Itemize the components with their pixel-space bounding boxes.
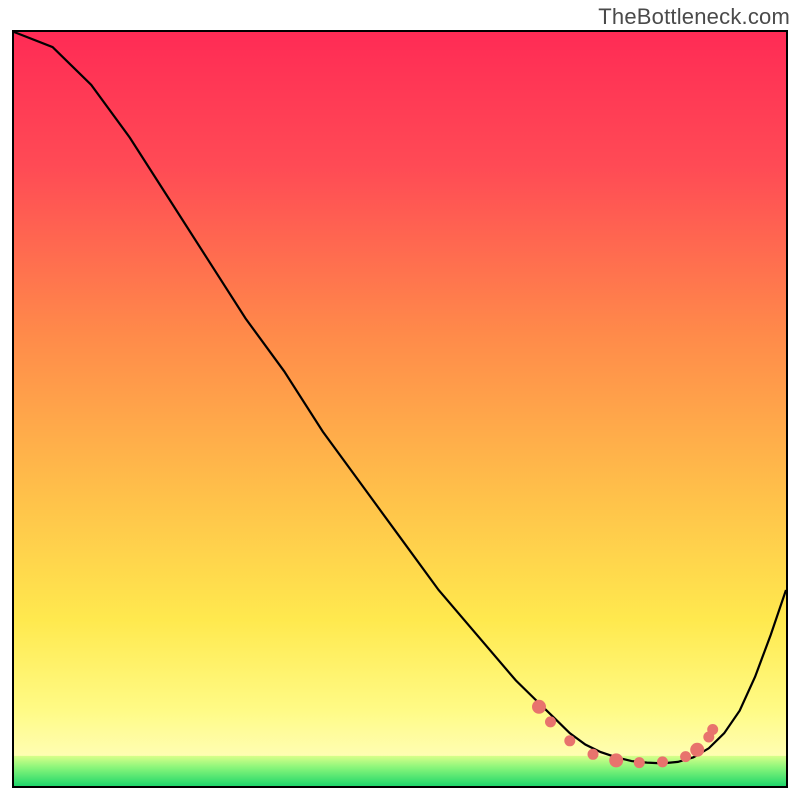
plot-area <box>12 30 788 788</box>
highlight-dot <box>532 700 546 714</box>
highlight-dot <box>564 735 575 746</box>
watermark-text: TheBottleneck.com <box>598 4 790 30</box>
highlight-dot <box>657 756 668 767</box>
optimal-band <box>14 756 786 786</box>
chart-svg <box>14 32 786 786</box>
highlight-dot <box>588 749 599 760</box>
highlight-dot <box>634 757 645 768</box>
chart-frame: TheBottleneck.com <box>0 0 800 800</box>
gradient-background <box>14 32 786 786</box>
highlight-dot <box>690 743 704 757</box>
highlight-dot <box>707 724 718 735</box>
highlight-dot <box>609 753 623 767</box>
highlight-dot <box>545 716 556 727</box>
highlight-dot <box>680 751 691 762</box>
